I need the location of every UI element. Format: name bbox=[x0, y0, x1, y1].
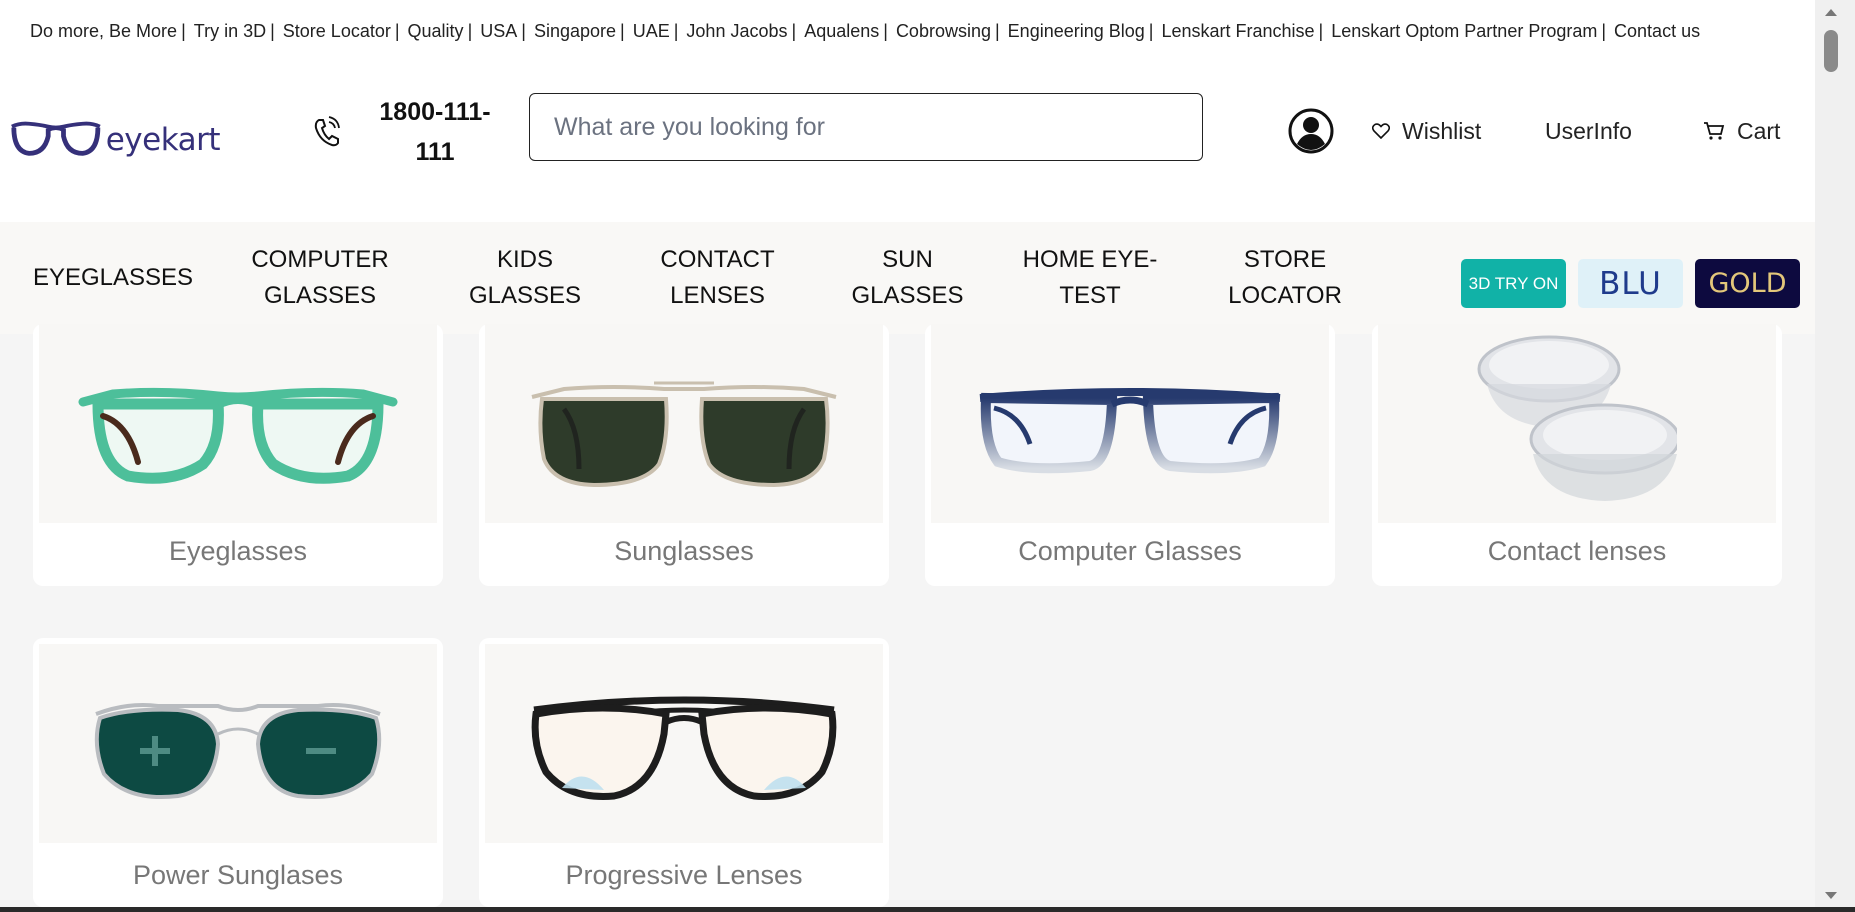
topbar-link-engineering-blog[interactable]: Engineering Blog bbox=[1008, 21, 1145, 42]
nav-item-eyeglasses[interactable]: EYEGLASSES bbox=[33, 222, 193, 334]
search-box[interactable] bbox=[529, 93, 1203, 161]
category-label: Computer Glasses bbox=[1018, 536, 1242, 566]
search-input[interactable] bbox=[554, 112, 1178, 142]
heart-icon bbox=[1372, 123, 1390, 139]
userinfo-link[interactable]: UserInfo bbox=[1545, 114, 1632, 148]
category-card-computer-glasses[interactable]: Computer Glasses bbox=[925, 324, 1335, 586]
userinfo-label: UserInfo bbox=[1545, 117, 1632, 144]
phone-number[interactable]: 1800-111-111 bbox=[360, 92, 510, 172]
account-icon[interactable] bbox=[1288, 108, 1334, 154]
category-nav: EYEGLASSES COMPUTER GLASSES KIDS GLASSES… bbox=[0, 222, 1815, 334]
separator: | bbox=[521, 20, 526, 41]
separator: | bbox=[883, 20, 888, 41]
separator: | bbox=[1601, 20, 1607, 41]
progressive-lenses-icon bbox=[531, 696, 837, 800]
separator: | bbox=[673, 20, 679, 41]
computer-glasses-icon bbox=[979, 387, 1281, 473]
topbar-link-aqualens[interactable]: Aqualens bbox=[804, 21, 879, 42]
progressive-lenses-image bbox=[485, 644, 883, 843]
scrollbar-thumb[interactable] bbox=[1824, 30, 1838, 72]
sunglasses-icon bbox=[531, 381, 837, 487]
separator: | bbox=[467, 20, 473, 41]
main-header: eyekart 1800-111-111 Wishlist UserInfo bbox=[0, 62, 1815, 222]
nav-item-home-eye-test[interactable]: HOME EYE-TEST bbox=[1015, 222, 1165, 334]
logo-text: eyekart bbox=[105, 122, 221, 158]
topbar-link-franchise[interactable]: Lenskart Franchise bbox=[1161, 21, 1314, 42]
page-scrollbar[interactable] bbox=[1815, 0, 1855, 907]
cart-link[interactable]: Cart bbox=[1703, 114, 1780, 148]
category-card-power-sunglasses[interactable]: Power Sunglases bbox=[33, 638, 443, 907]
category-label: Contact lenses bbox=[1487, 536, 1667, 566]
contact-lenses-image bbox=[1378, 324, 1776, 523]
separator: | bbox=[1148, 20, 1154, 41]
phone-icon bbox=[314, 116, 340, 147]
separator: | bbox=[270, 20, 275, 41]
topbar-link-john-jacobs[interactable]: John Jacobs bbox=[686, 21, 787, 42]
category-card-contact-lenses[interactable]: Contact lenses bbox=[1372, 324, 1782, 586]
separator: | bbox=[1318, 20, 1324, 41]
gold-button[interactable]: GOLD bbox=[1695, 259, 1800, 308]
power-sunglasses-icon bbox=[94, 702, 382, 799]
topbar-link-quality[interactable]: Quality bbox=[408, 21, 464, 42]
separator: | bbox=[394, 20, 400, 41]
category-label: Eyeglasses bbox=[168, 536, 308, 566]
category-grid: Eyeglasses Sunglasses Computer Glasses C… bbox=[0, 324, 1815, 907]
cart-icon bbox=[1704, 122, 1725, 140]
category-card-progressive-lenses[interactable]: Progressive Lenses bbox=[479, 638, 889, 907]
category-label: Sunglasses bbox=[614, 536, 754, 566]
computer-glasses-image bbox=[931, 324, 1329, 523]
contact-lenses-icon bbox=[1477, 335, 1677, 501]
category-label: Power Sunglases bbox=[132, 860, 344, 890]
nav-item-sun-glasses[interactable]: SUN GLASSES bbox=[840, 222, 975, 334]
sunglasses-image bbox=[485, 324, 883, 523]
topbar-link-optom-partner[interactable]: Lenskart Optom Partner Program bbox=[1331, 21, 1597, 42]
logo[interactable]: eyekart bbox=[10, 114, 221, 166]
nav-item-store-locator[interactable]: STORE LOCATOR bbox=[1220, 222, 1350, 334]
topbar-link-cobrowsing[interactable]: Cobrowsing bbox=[896, 21, 991, 42]
nav-item-contact-lenses[interactable]: CONTACT LENSES bbox=[650, 222, 785, 334]
topbar-link-do-more[interactable]: Do more, Be More bbox=[30, 21, 177, 42]
topbar-link-uae[interactable]: UAE bbox=[633, 21, 670, 42]
topbar-link-store-locator[interactable]: Store Locator bbox=[283, 21, 391, 42]
wishlist-link[interactable]: Wishlist bbox=[1372, 114, 1481, 148]
blu-button[interactable]: BLU bbox=[1578, 259, 1683, 308]
category-card-eyeglasses[interactable]: Eyeglasses bbox=[33, 324, 443, 586]
topbar-link-usa[interactable]: USA bbox=[480, 21, 517, 42]
category-card-sunglasses[interactable]: Sunglasses bbox=[479, 324, 889, 586]
top-utility-bar: Do more, Be More | Try in 3D | Store Locat… bbox=[0, 0, 1815, 62]
cart-label: Cart bbox=[1737, 117, 1781, 144]
eyeglasses-icon bbox=[78, 387, 398, 484]
separator: | bbox=[620, 20, 625, 41]
wishlist-label: Wishlist bbox=[1402, 117, 1482, 144]
window-bottom-edge bbox=[0, 907, 1855, 912]
separator: | bbox=[791, 20, 797, 41]
page: Do more, Be More | Try in 3D | Store Locat… bbox=[0, 0, 1815, 907]
power-sunglasses-image bbox=[39, 644, 437, 843]
topbar-link-try-3d[interactable]: Try in 3D bbox=[194, 21, 266, 42]
eyeglasses-image bbox=[39, 324, 437, 523]
category-label: Progressive Lenses bbox=[565, 860, 803, 890]
topbar-link-singapore[interactable]: Singapore bbox=[534, 21, 616, 42]
3d-try-on-button[interactable]: 3D TRY ON bbox=[1461, 259, 1566, 308]
scroll-down-arrow-icon[interactable] bbox=[1824, 890, 1838, 902]
nav-item-computer-glasses[interactable]: COMPUTER GLASSES bbox=[245, 222, 395, 334]
topbar-link-contact-us[interactable]: Contact us bbox=[1614, 21, 1700, 42]
separator: | bbox=[181, 20, 186, 41]
separator: | bbox=[994, 20, 1000, 41]
glasses-logo-icon bbox=[11, 121, 101, 156]
scroll-up-arrow-icon[interactable] bbox=[1824, 6, 1838, 18]
nav-item-kids-glasses[interactable]: KIDS GLASSES bbox=[460, 222, 590, 334]
